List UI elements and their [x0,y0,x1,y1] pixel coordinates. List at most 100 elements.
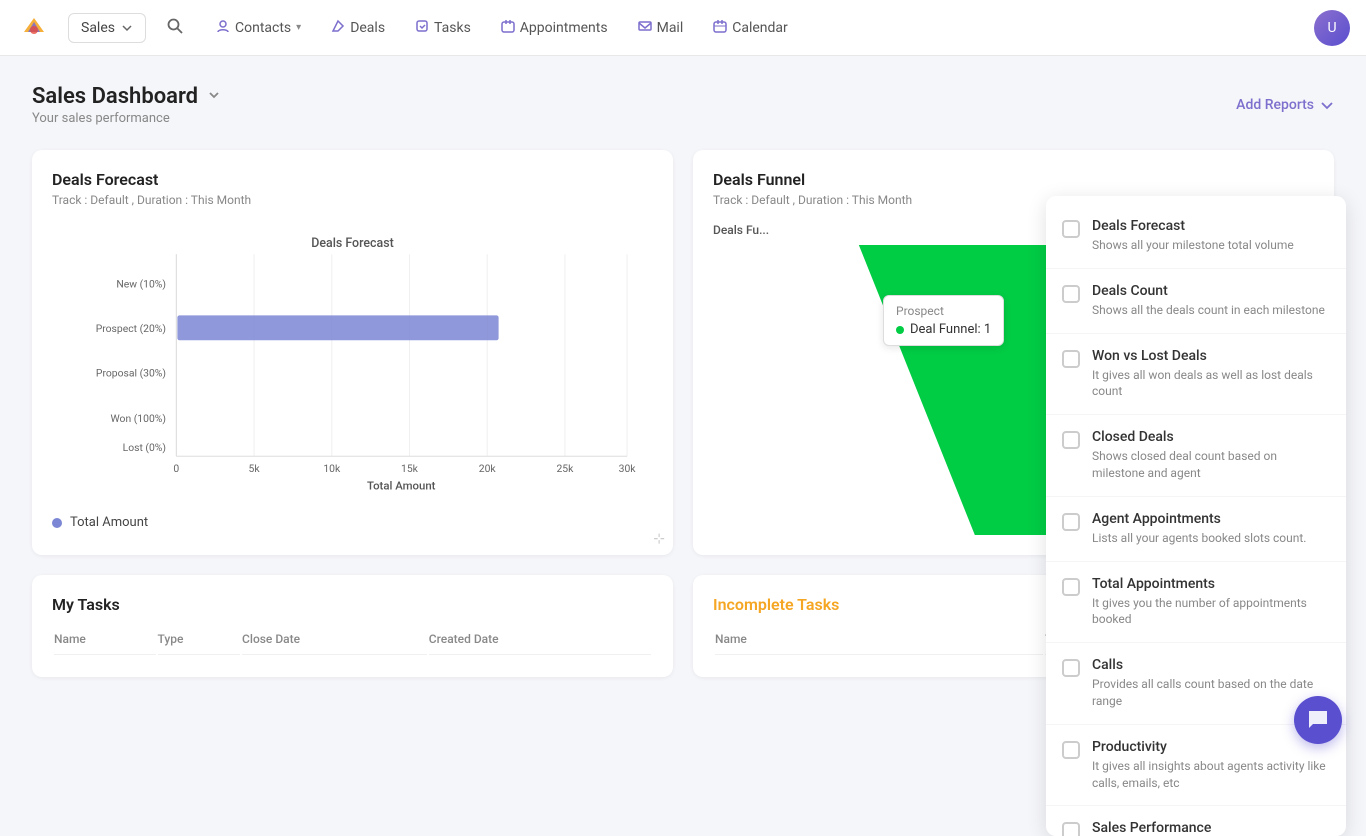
page-content: Sales Dashboard Your sales performance A… [0,56,1366,705]
report-text-productivity: Productivity It gives all insights about… [1092,739,1330,792]
report-checkbox-closed_deals[interactable] [1062,431,1080,449]
report-title-deals_forecast: Deals Forecast [1092,218,1294,234]
svg-text:Total Amount: Total Amount [367,478,436,492]
nav-mail[interactable]: Mail [626,11,696,45]
svg-text:25k: 25k [556,462,574,475]
my-tasks-header: Name Type Close Date Created Date [54,632,651,655]
deals-label: Deals [350,20,385,36]
page-subtitle: Your sales performance [32,111,222,126]
resize-handle[interactable]: ⊹ [653,531,665,547]
svg-text:10k: 10k [323,462,341,475]
report-text-deals_forecast: Deals Forecast Shows all your milestone … [1092,218,1294,254]
report-desc-total_appointments: It gives you the number of appointments … [1092,595,1330,629]
report-checkbox-productivity[interactable] [1062,741,1080,759]
nav-contacts[interactable]: Contacts ▾ [204,11,313,45]
tasks-icon [415,19,429,37]
contacts-icon [216,19,230,37]
tasks-col-type: Type [158,632,241,655]
tooltip-label: Deal Funnel: 1 [910,322,991,337]
report-text-sales_performance: Sales Performance [1092,820,1211,836]
tooltip-title: Prospect [896,304,991,318]
svg-text:15k: 15k [401,462,419,475]
page-title: Sales Dashboard [32,84,198,109]
report-checkbox-agent_appointments[interactable] [1062,513,1080,531]
report-item-closed_deals[interactable]: Closed Deals Shows closed deal count bas… [1046,415,1346,497]
add-reports-button[interactable]: Add Reports [1236,97,1334,113]
report-text-agent_appointments: Agent Appointments Lists all your agents… [1092,511,1306,547]
svg-text:Prospect (20%): Prospect (20%) [96,322,166,335]
calendar-label: Calendar [732,20,788,36]
report-item-agent_appointments[interactable]: Agent Appointments Lists all your agents… [1046,497,1346,562]
chat-widget[interactable] [1294,696,1342,744]
nav-appointments[interactable]: Appointments [489,11,620,45]
svg-text:Won (100%): Won (100%) [111,412,166,425]
report-title-closed_deals: Closed Deals [1092,429,1330,445]
calendar-icon [713,19,727,37]
report-title-agent_appointments: Agent Appointments [1092,511,1306,527]
report-checkbox-total_appointments[interactable] [1062,578,1080,596]
tasks-col-created: Created Date [429,632,651,655]
reports-panel: Deals Forecast Shows all your milestone … [1046,196,1346,836]
report-checkbox-deals_count[interactable] [1062,285,1080,303]
report-checkbox-sales_performance[interactable] [1062,822,1080,836]
nav-deals[interactable]: Deals [319,11,397,45]
report-desc-closed_deals: Shows closed deal count based on milesto… [1092,448,1330,482]
report-desc-deals_count: Shows all the deals count in each milest… [1092,302,1325,319]
legend-label: Total Amount [70,515,148,530]
report-item-sales_performance[interactable]: Sales Performance [1046,806,1346,836]
my-tasks-table: Name Type Close Date Created Date [52,630,653,657]
report-checkbox-won_vs_lost[interactable] [1062,350,1080,368]
nav-items: Contacts ▾ Deals Tasks Appointments Ma [204,11,1314,45]
report-checkbox-calls[interactable] [1062,659,1080,677]
user-avatar[interactable]: U [1314,10,1350,46]
deals-forecast-card: Deals Forecast Track : Default , Duratio… [32,150,673,555]
legend-dot [52,518,62,528]
svg-text:Proposal (30%): Proposal (30%) [96,366,166,379]
report-desc-deals_forecast: Shows all your milestone total volume [1092,237,1294,254]
deals-forecast-chart: Deals Forecast New (10%) Prospect [52,223,653,503]
incomplete-col-name: Name [715,632,1043,655]
title-chevron-icon[interactable] [206,87,222,107]
add-reports-chevron-icon [1320,98,1334,112]
report-checkbox-deals_forecast[interactable] [1062,220,1080,238]
svg-text:5k: 5k [249,462,261,475]
title-section: Sales Dashboard Your sales performance [32,84,222,126]
report-item-deals_forecast[interactable]: Deals Forecast Shows all your milestone … [1046,204,1346,269]
my-tasks-card: My Tasks Name Type Close Date Created Da… [32,575,673,677]
nav-tasks[interactable]: Tasks [403,11,483,45]
report-title-sales_performance: Sales Performance [1092,820,1211,836]
chevron-down-icon [121,22,133,34]
report-desc-agent_appointments: Lists all your agents booked slots count… [1092,530,1306,547]
app-logo[interactable] [16,10,52,46]
report-text-won_vs_lost: Won vs Lost Deals It gives all won deals… [1092,348,1330,401]
chat-icon [1307,709,1329,731]
deals-icon [331,19,345,37]
report-desc-productivity: It gives all insights about agents activ… [1092,758,1330,792]
svg-text:30k: 30k [619,462,637,475]
mail-icon [638,19,652,37]
report-text-calls: Calls Provides all calls count based on … [1092,657,1330,710]
report-title-won_vs_lost: Won vs Lost Deals [1092,348,1330,364]
svg-text:Lost (0%): Lost (0%) [123,441,166,454]
page-header: Sales Dashboard Your sales performance A… [32,84,1334,126]
deals-forecast-title: Deals Forecast [52,170,653,189]
contacts-label: Contacts [235,20,291,36]
deals-forecast-subtitle: Track : Default , Duration : This Month [52,193,653,207]
report-title-productivity: Productivity [1092,739,1330,755]
report-item-total_appointments[interactable]: Total Appointments It gives you the numb… [1046,562,1346,644]
report-item-deals_count[interactable]: Deals Count Shows all the deals count in… [1046,269,1346,334]
report-item-won_vs_lost[interactable]: Won vs Lost Deals It gives all won deals… [1046,334,1346,416]
svg-text:New (10%): New (10%) [116,277,166,290]
report-title-calls: Calls [1092,657,1330,673]
mail-label: Mail [657,20,684,36]
tasks-col-close: Close Date [242,632,427,655]
my-tasks-title: My Tasks [52,595,653,614]
sales-dropdown[interactable]: Sales [68,13,146,43]
deals-forecast-legend: Total Amount [52,515,653,530]
dropdown-label: Sales [81,20,115,36]
tooltip-value: Deal Funnel: 1 [896,322,991,337]
search-button[interactable] [166,17,184,39]
funnel-tooltip: Prospect Deal Funnel: 1 [883,295,1004,346]
tasks-col-name: Name [54,632,156,655]
nav-calendar[interactable]: Calendar [701,11,800,45]
